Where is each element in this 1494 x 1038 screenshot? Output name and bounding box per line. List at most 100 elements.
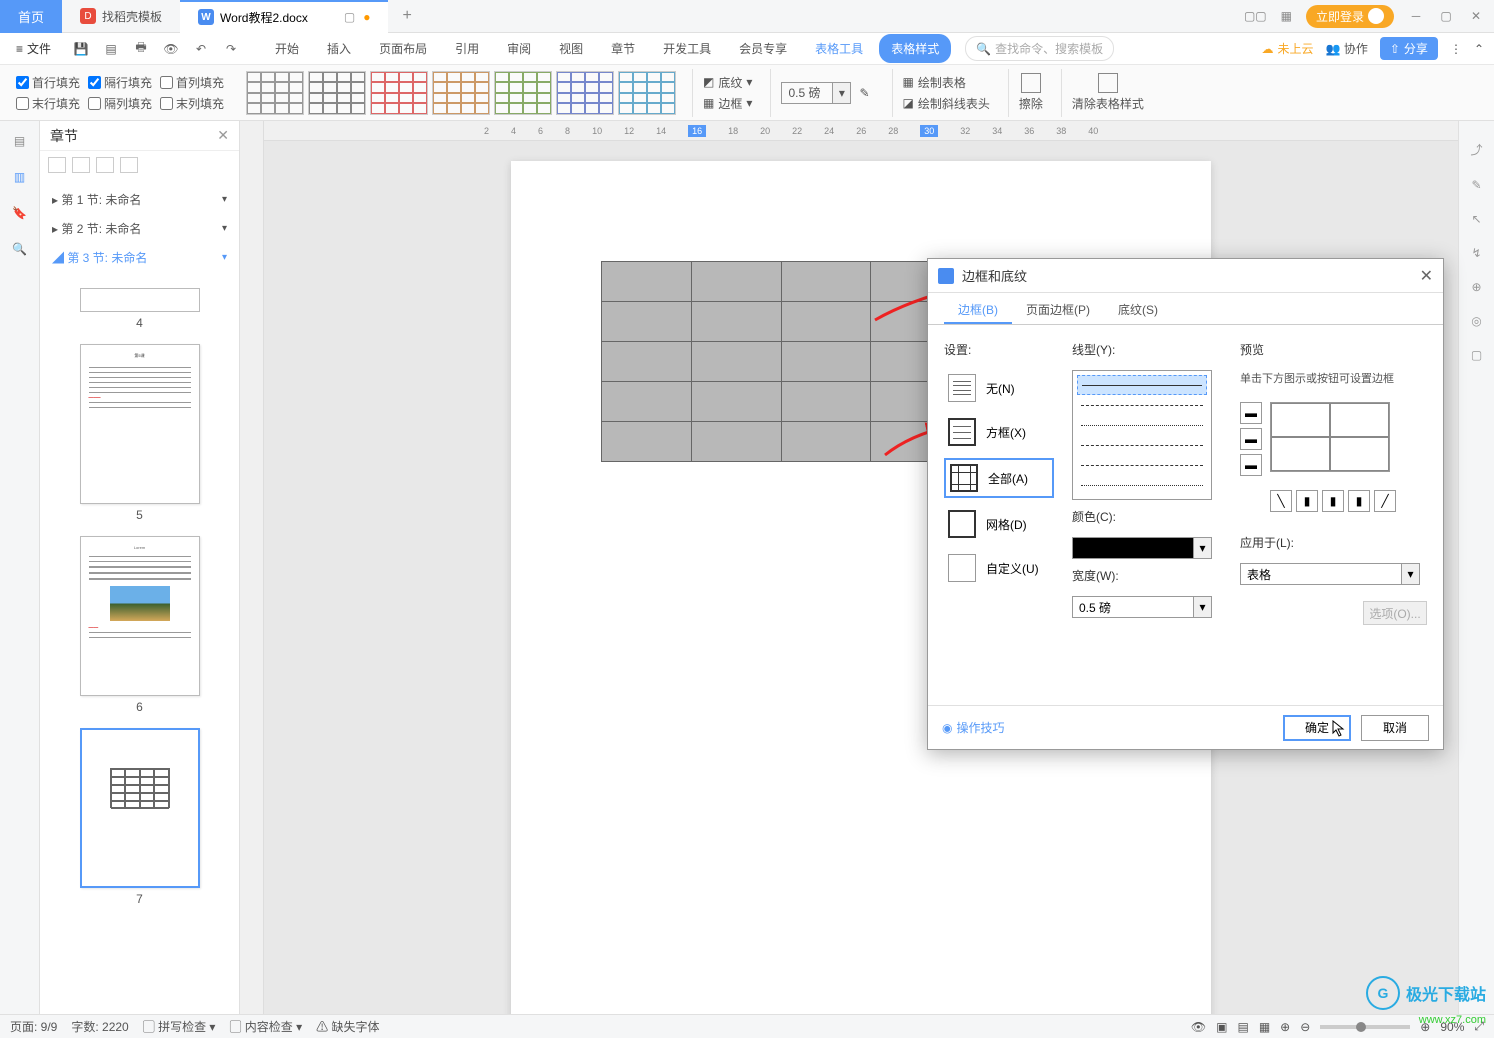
shading-button[interactable]: ◩底纹 ▾ — [703, 74, 752, 91]
redo-icon[interactable]: ↷ — [219, 37, 243, 61]
tab-table-style[interactable]: 表格样式 — [879, 34, 951, 63]
line-style-dash1[interactable] — [1077, 395, 1207, 415]
preview-diag1-button[interactable]: ╲ — [1270, 490, 1292, 512]
status-view-icon-1[interactable]: ▣ — [1216, 1020, 1227, 1034]
preview-bottom-button[interactable]: ▬ — [1240, 454, 1262, 476]
draw-table-button[interactable]: ▦绘制表格 — [903, 74, 990, 91]
preview-mid-h-button[interactable]: ▬ — [1240, 428, 1262, 450]
tab-dev[interactable]: 开发工具 — [651, 34, 723, 63]
tab-insert[interactable]: 插入 — [315, 34, 363, 63]
rail-icon-2[interactable]: ✎ — [1471, 178, 1481, 192]
tab-comment-icon[interactable]: ▢ — [344, 10, 355, 24]
layout-icon[interactable]: ▢▢ — [1244, 9, 1267, 23]
cancel-button[interactable]: 取消 — [1361, 715, 1429, 741]
status-view-icon-3[interactable]: ▦ — [1259, 1020, 1270, 1034]
rail-bookmark-icon[interactable]: 🔖 — [10, 203, 30, 223]
share-button[interactable]: ⇧ 分享 — [1380, 37, 1438, 60]
line-style-dashdot[interactable] — [1077, 455, 1207, 475]
status-view-icon-4[interactable]: ⊕ — [1280, 1020, 1290, 1034]
table-style-3[interactable] — [370, 71, 428, 115]
check-first-col-fill[interactable]: 首列填充 — [160, 74, 224, 91]
zoom-out-button[interactable]: ⊖ — [1300, 1020, 1310, 1034]
dialog-tab-page-border[interactable]: 页面边框(P) — [1012, 293, 1104, 324]
rail-section-icon[interactable]: ▥ — [10, 167, 30, 187]
table-style-1[interactable] — [246, 71, 304, 115]
color-combo[interactable]: ▾ — [1072, 537, 1212, 559]
line-style-solid[interactable] — [1077, 375, 1207, 395]
preview-mid-v-button[interactable]: ▮ — [1322, 490, 1344, 512]
preview-icon[interactable]: 👁 — [159, 37, 183, 61]
rail-icon-5[interactable]: ⊕ — [1471, 280, 1481, 294]
table-style-6[interactable] — [556, 71, 614, 115]
setting-grid[interactable]: 网格(D) — [944, 506, 1054, 542]
status-view-icon-2[interactable]: ▤ — [1237, 1020, 1248, 1034]
tab-table-tools[interactable]: 表格工具 — [803, 34, 875, 63]
tab-review[interactable]: 审阅 — [495, 34, 543, 63]
line-style-dashdotdot[interactable] — [1077, 475, 1207, 495]
print-icon[interactable]: 🖶 — [129, 37, 153, 61]
status-eye-icon[interactable]: 👁 — [1191, 1020, 1206, 1034]
dialog-close-button[interactable]: ✕ — [1420, 266, 1433, 286]
rail-icon-7[interactable]: ▢ — [1471, 348, 1482, 362]
zoom-slider[interactable] — [1320, 1025, 1410, 1029]
thumbnail-4[interactable]: 4 — [50, 288, 229, 330]
line-style-dot[interactable] — [1077, 415, 1207, 435]
undo-icon[interactable]: ↶ — [189, 37, 213, 61]
apply-combo[interactable]: 表格 ▾ — [1240, 563, 1420, 585]
dialog-tab-shading[interactable]: 底纹(S) — [1104, 293, 1172, 324]
clear-style-button[interactable]: 清除表格样式 — [1061, 69, 1154, 117]
pencil-icon[interactable]: ✎ — [855, 86, 873, 100]
nav-close-button[interactable]: ✕ — [217, 127, 229, 144]
tab-start[interactable]: 开始 — [263, 34, 311, 63]
thumbnail-6[interactable]: Lorem ━━━━ 6 — [50, 536, 229, 714]
table-style-7[interactable] — [618, 71, 676, 115]
collab-button[interactable]: 👥 协作 — [1326, 40, 1368, 57]
check-alt-row-fill[interactable]: 隔行填充 — [88, 74, 152, 91]
minimize-button[interactable]: ─ — [1408, 8, 1424, 24]
nav-tool-1[interactable] — [48, 157, 66, 173]
rail-icon-4[interactable]: ↯ — [1471, 246, 1481, 260]
tab-view[interactable]: 视图 — [547, 34, 595, 63]
setting-none[interactable]: 无(N) — [944, 370, 1054, 406]
rail-outline-icon[interactable]: ▤ — [10, 131, 30, 151]
rail-icon-6[interactable]: ◎ — [1471, 314, 1481, 328]
line-style-list[interactable] — [1072, 370, 1212, 500]
tab-section[interactable]: 章节 — [599, 34, 647, 63]
draw-diagonal-button[interactable]: ◪绘制斜线表头 — [903, 95, 990, 112]
nav-item-3[interactable]: ◢ 第 3 节: 未命名▾ — [40, 243, 239, 272]
border-button[interactable]: ▦边框 ▾ — [703, 95, 752, 112]
tab-document[interactable]: W Word教程2.docx ▢ ● — [180, 0, 388, 33]
file-menu[interactable]: ≡ 文件 — [10, 40, 57, 57]
tab-reference[interactable]: 引用 — [443, 34, 491, 63]
status-content[interactable]: ▢ 内容检查 ▾ — [229, 1018, 302, 1035]
status-font[interactable]: ⚠ 缺失字体 — [316, 1018, 379, 1035]
table-style-gallery[interactable] — [238, 71, 684, 115]
new-icon[interactable]: ▤ — [99, 37, 123, 61]
table-style-5[interactable] — [494, 71, 552, 115]
setting-all[interactable]: 全部(A) — [944, 458, 1054, 498]
tab-home[interactable]: 首页 — [0, 0, 62, 33]
table-style-4[interactable] — [432, 71, 490, 115]
nav-tool-4[interactable] — [120, 157, 138, 173]
width-combo[interactable]: 0.5 磅 ▾ — [1072, 596, 1212, 618]
tab-template[interactable]: D 找稻壳模板 — [62, 0, 180, 33]
cloud-status[interactable]: ☁ 未上云 — [1262, 40, 1314, 57]
dialog-tab-border[interactable]: 边框(B) — [944, 293, 1012, 324]
line-style-dash2[interactable] — [1077, 435, 1207, 455]
login-button[interactable]: 立即登录 — [1306, 5, 1394, 28]
maximize-button[interactable]: ▢ — [1438, 8, 1454, 24]
tab-layout[interactable]: 页面布局 — [367, 34, 439, 63]
tab-add-button[interactable]: + — [388, 7, 425, 25]
collapse-ribbon-icon[interactable]: ⌃ — [1474, 42, 1484, 56]
nav-item-2[interactable]: ▸ 第 2 节: 未命名▾ — [40, 214, 239, 243]
nav-item-1[interactable]: ▸ 第 1 节: 未命名▾ — [40, 185, 239, 214]
search-box[interactable]: 🔍 查找命令、搜索模板 — [965, 36, 1114, 61]
status-spell[interactable]: ▢ 拼写检查 ▾ — [143, 1018, 216, 1035]
dialog-titlebar[interactable]: 边框和底纹 ✕ — [928, 259, 1443, 293]
table-style-2[interactable] — [308, 71, 366, 115]
thumbnail-5[interactable]: 第5课 ━━━━━ 5 — [50, 344, 229, 522]
setting-box[interactable]: 方框(X) — [944, 414, 1054, 450]
preview-top-button[interactable]: ▬ — [1240, 402, 1262, 424]
document-table[interactable] — [601, 261, 961, 462]
preview-diag2-button[interactable]: ╱ — [1374, 490, 1396, 512]
